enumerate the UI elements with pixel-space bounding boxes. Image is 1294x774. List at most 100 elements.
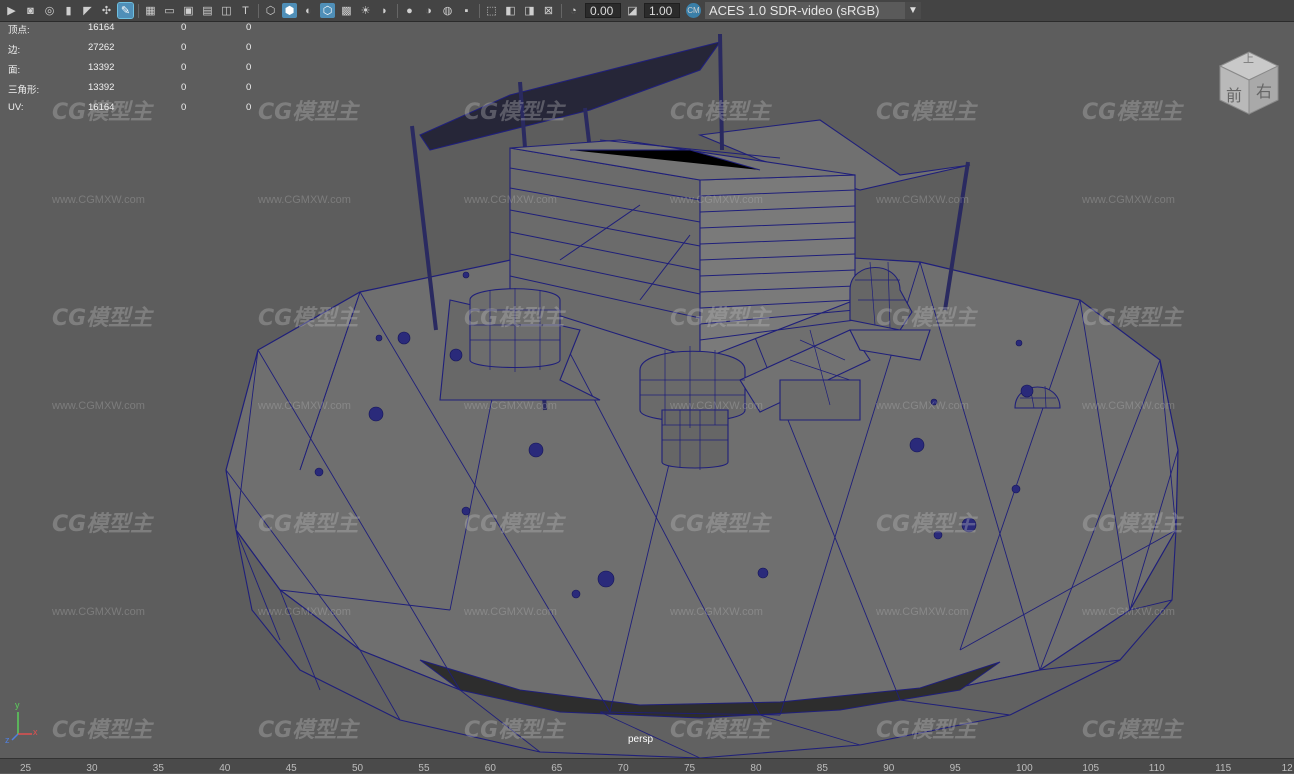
isolate-select-icon[interactable]: ⬚ — [484, 3, 499, 18]
axis-gizmo-icon — [11, 712, 32, 741]
resolution-gate-icon[interactable]: ▣ — [181, 3, 196, 18]
watermark-url: www.CGMXW.com — [464, 606, 557, 618]
lights-icon[interactable]: ☀ — [358, 3, 373, 18]
watermark-url: www.CGMXW.com — [464, 400, 557, 412]
timeline-tick-label: 95 — [949, 763, 961, 774]
view-cube-front-label[interactable]: 前 — [1226, 82, 1242, 106]
watermark-url: www.CGMXW.com — [670, 400, 763, 412]
ambient-occlusion-icon[interactable]: ● — [402, 3, 417, 18]
watermark-url: www.CGMXW.com — [52, 194, 145, 206]
view-cube[interactable]: 上 前 右 — [1216, 46, 1282, 125]
timeline-tick-label: 65 — [551, 763, 563, 774]
xray-joints-icon[interactable]: ◨ — [522, 3, 537, 18]
hud-label: UV: — [8, 102, 24, 113]
watermark-url: www.CGMXW.com — [876, 400, 969, 412]
safe-title-icon[interactable]: T — [238, 3, 253, 18]
toolbar-divider — [479, 3, 480, 18]
wireframe-shade-icon[interactable]: ⬡ — [263, 3, 278, 18]
timeline-tick-label: 35 — [152, 763, 164, 774]
watermark-logo: CG模型主 — [1082, 718, 1183, 743]
hud-component: 0 — [246, 62, 252, 73]
watermark-logo: CG模型主 — [464, 718, 565, 743]
toolbar-divider — [138, 3, 139, 18]
timeline-tick-label: 105 — [1082, 763, 1100, 774]
xray-components-icon[interactable]: ⊠ — [541, 3, 556, 18]
axis-y-label: y — [15, 700, 20, 710]
grease-pencil-icon[interactable]: ✎ — [117, 2, 134, 19]
watermark-logo: CG模型主 — [670, 306, 771, 331]
grid-icon[interactable]: ▦ — [143, 3, 158, 18]
watermark-logo: CG模型主 — [670, 512, 771, 537]
view-cube-right-label[interactable]: 右 — [1256, 78, 1272, 102]
watermark-logo: CG模型主 — [464, 512, 565, 537]
shadows-icon[interactable]: ◗ — [377, 3, 392, 18]
watermark-url: www.CGMXW.com — [670, 194, 763, 206]
watermark-logo: CG模型主 — [670, 100, 771, 125]
hud-selected: 0 — [181, 82, 187, 93]
axis-x-label: x — [33, 727, 38, 737]
watermark-logo: CG模型主 — [670, 718, 771, 743]
watermark-logo: CG模型主 — [1082, 512, 1183, 537]
smooth-shade-icon[interactable]: ⬢ — [282, 3, 297, 18]
watermark-logo: CG模型主 — [876, 100, 977, 125]
hud-total: 16164 — [88, 22, 115, 33]
timeline-tick-label: 70 — [617, 763, 629, 774]
watermark-logo: CG模型主 — [52, 306, 153, 331]
hud-selected: 0 — [181, 42, 187, 53]
wireframe-on-shaded-icon[interactable]: ⬡ — [320, 3, 335, 18]
timeline-tick-label: 12 — [1281, 763, 1293, 774]
gate-mask-icon[interactable]: ▤ — [200, 3, 215, 18]
camera-icon[interactable]: ▶ — [4, 3, 19, 18]
hud-component: 0 — [246, 102, 252, 113]
color-space-select[interactable]: ACES 1.0 SDR-video (sRGB) ▼ — [705, 2, 921, 19]
scene-wireframe — [225, 33, 1179, 758]
toolbar-divider — [561, 3, 562, 18]
hud-component: 0 — [246, 82, 252, 93]
hud-selected: 0 — [181, 102, 187, 113]
hud-total: 27262 — [88, 42, 115, 53]
exposure-field[interactable]: 0.00 — [585, 3, 621, 18]
motion-blur-icon[interactable]: ◑ — [421, 3, 436, 18]
2d-pan-icon[interactable]: ✣ — [99, 3, 114, 18]
hud-label: 边: — [8, 45, 21, 56]
timeline-ruler[interactable]: 25 30 35 40 45 50 55 60 65 70 75 80 85 90 95 100 105 110 1… — [0, 758, 1294, 774]
watermark-logo: CG模型主 — [464, 306, 565, 331]
image-plane-icon[interactable]: ◤ — [80, 3, 95, 18]
timeline-tick-label: 30 — [86, 763, 98, 774]
timeline-tick-label: 55 — [418, 763, 430, 774]
hud-total: 13392 — [88, 82, 115, 93]
gamma-field[interactable]: 1.00 — [644, 3, 680, 18]
gamma-icon[interactable]: ◪ — [625, 3, 640, 18]
color-space-value: ACES 1.0 SDR-video (sRGB) — [709, 3, 880, 18]
bookmark-icon[interactable]: ▮ — [61, 3, 76, 18]
color-manage-icon[interactable]: CM — [686, 3, 701, 18]
hud-label: 顶点: — [8, 25, 30, 36]
camera-attr-icon[interactable]: ◙ — [23, 3, 38, 18]
anti-aliasing-icon[interactable]: ◍ — [440, 3, 455, 18]
textured-icon[interactable]: ▩ — [339, 3, 354, 18]
timeline-tick-label: 60 — [484, 763, 496, 774]
timeline-tick-label: 45 — [285, 763, 297, 774]
3d-viewport[interactable]: CG模型主 CG模型主 CG模型主 CG模型主 CG模型主 CG模型主 CG模型主 CG模型主… — [0, 22, 1294, 758]
camera-bookmark-icon[interactable]: ◎ — [42, 3, 57, 18]
view-cube-top-label[interactable]: 上 — [1243, 50, 1254, 66]
toolbar-divider — [258, 3, 259, 18]
watermark-url: www.CGMXW.com — [258, 194, 351, 206]
watermark-logo: CG模型主 — [876, 512, 977, 537]
depth-of-field-icon[interactable]: ▪ — [459, 3, 474, 18]
default-material-icon[interactable]: ◐ — [301, 3, 316, 18]
watermark-logo: CG模型主 — [258, 512, 359, 537]
timeline-tick-label: 85 — [816, 763, 828, 774]
timeline-tick-label: 100 — [1016, 763, 1033, 774]
film-gate-icon[interactable]: ▭ — [162, 3, 177, 18]
hud-total: 16164 — [88, 102, 115, 113]
chevron-down-icon[interactable]: ▼ — [905, 2, 921, 19]
exposure-icon[interactable]: ◔ — [566, 3, 581, 18]
hud-label: 面: — [8, 65, 21, 76]
timeline-tick-label: 40 — [219, 763, 231, 774]
watermark-logo: CG模型主 — [1082, 100, 1183, 125]
timeline-tick-label: 50 — [352, 763, 364, 774]
axis-gizmo: y x z — [5, 700, 38, 749]
field-chart-icon[interactable]: ◫ — [219, 3, 234, 18]
xray-icon[interactable]: ◧ — [503, 3, 518, 18]
